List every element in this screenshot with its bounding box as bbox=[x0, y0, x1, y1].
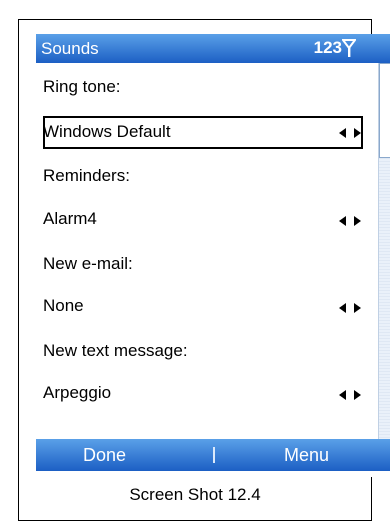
title-bar: Sounds 123 bbox=[36, 34, 390, 63]
screen-title: Sounds bbox=[41, 39, 99, 58]
left-right-arrows-icon[interactable] bbox=[336, 301, 364, 315]
reminders-label: Reminders: bbox=[43, 166, 130, 185]
scrollbar-thumb[interactable] bbox=[379, 63, 390, 158]
new-email-value[interactable]: None bbox=[43, 296, 84, 316]
new-text-message-label: New text message: bbox=[43, 341, 188, 360]
ring-tone-label: Ring tone: bbox=[43, 77, 121, 96]
signal-icon bbox=[342, 39, 356, 57]
done-softkey[interactable]: Done bbox=[83, 445, 126, 466]
softkey-bar: Done Menu bbox=[36, 439, 390, 471]
phone-screen: Sounds 123 Ring tone: Windows Default Re… bbox=[36, 34, 390, 477]
figure-caption: Screen Shot 12.4 bbox=[129, 485, 261, 504]
settings-list: Ring tone: Windows Default Reminders: Al… bbox=[36, 63, 376, 439]
menu-softkey[interactable]: Menu bbox=[284, 445, 329, 466]
new-email-label: New e-mail: bbox=[43, 254, 133, 273]
left-right-arrows-icon[interactable] bbox=[336, 214, 364, 228]
reminders-value[interactable]: Alarm4 bbox=[43, 209, 97, 229]
left-right-arrows-icon[interactable] bbox=[336, 126, 364, 140]
input-mode-indicator: 123 bbox=[313, 38, 342, 57]
new-text-message-value[interactable]: Arpeggio bbox=[43, 383, 111, 403]
ring-tone-value: Windows Default bbox=[43, 122, 171, 141]
softkey-divider bbox=[213, 447, 215, 463]
scrollbar[interactable] bbox=[378, 63, 390, 439]
left-right-arrows-icon[interactable] bbox=[336, 388, 364, 402]
